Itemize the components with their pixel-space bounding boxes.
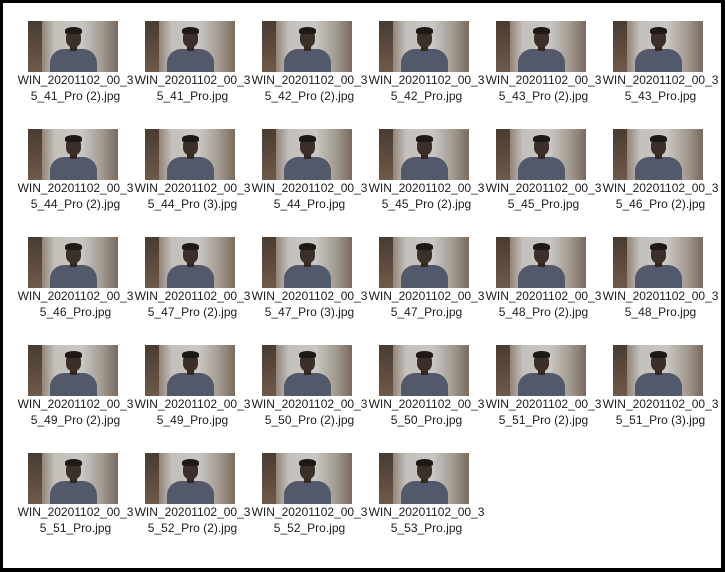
file-item[interactable]: WIN_20201102_00_35_49_Pro (2).jpg xyxy=(17,341,134,449)
image-thumbnail xyxy=(379,129,469,180)
image-thumbnail xyxy=(28,453,118,504)
file-name: WIN_20201102_00_35_46_Pro (2).jpg xyxy=(602,181,719,211)
file-item[interactable]: WIN_20201102_00_35_47_Pro (3).jpg xyxy=(251,233,368,341)
file-name: WIN_20201102_00_35_48_Pro.jpg xyxy=(602,289,719,319)
file-item[interactable]: WIN_20201102_00_35_44_Pro.jpg xyxy=(251,125,368,233)
file-name: WIN_20201102_00_35_42_Pro (2).jpg xyxy=(251,73,368,103)
image-thumbnail xyxy=(145,453,235,504)
image-thumbnail xyxy=(379,21,469,72)
image-thumbnail xyxy=(28,345,118,396)
file-grid: WIN_20201102_00_35_41_Pro (2).jpg WIN_20… xyxy=(17,17,719,557)
file-item[interactable]: WIN_20201102_00_35_47_Pro (2).jpg xyxy=(134,233,251,341)
file-explorer-view: WIN_20201102_00_35_41_Pro (2).jpg WIN_20… xyxy=(3,3,721,568)
file-item[interactable]: WIN_20201102_00_35_53_Pro.jpg xyxy=(368,449,485,557)
file-name: WIN_20201102_00_35_44_Pro.jpg xyxy=(251,181,368,211)
file-name: WIN_20201102_00_35_46_Pro.jpg xyxy=(17,289,134,319)
file-name: WIN_20201102_00_35_52_Pro.jpg xyxy=(251,505,368,535)
image-thumbnail xyxy=(613,21,703,72)
file-name: WIN_20201102_00_35_45_Pro.jpg xyxy=(485,181,602,211)
file-item[interactable]: WIN_20201102_00_35_48_Pro (2).jpg xyxy=(485,233,602,341)
file-item[interactable]: WIN_20201102_00_35_43_Pro (2).jpg xyxy=(485,17,602,125)
image-thumbnail xyxy=(262,129,352,180)
file-name: WIN_20201102_00_35_51_Pro (3).jpg xyxy=(602,397,719,427)
file-name: WIN_20201102_00_35_49_Pro (2).jpg xyxy=(17,397,134,427)
file-name: WIN_20201102_00_35_50_Pro (2).jpg xyxy=(251,397,368,427)
file-name: WIN_20201102_00_35_47_Pro (3).jpg xyxy=(251,289,368,319)
file-name: WIN_20201102_00_35_41_Pro.jpg xyxy=(134,73,251,103)
file-item[interactable]: WIN_20201102_00_35_48_Pro.jpg xyxy=(602,233,719,341)
file-name: WIN_20201102_00_35_41_Pro (2).jpg xyxy=(17,73,134,103)
file-item[interactable]: WIN_20201102_00_35_45_Pro (2).jpg xyxy=(368,125,485,233)
image-thumbnail xyxy=(262,453,352,504)
file-name: WIN_20201102_00_35_52_Pro (2).jpg xyxy=(134,505,251,535)
file-name: WIN_20201102_00_35_44_Pro (2).jpg xyxy=(17,181,134,211)
file-item[interactable]: WIN_20201102_00_35_41_Pro.jpg xyxy=(134,17,251,125)
image-thumbnail xyxy=(496,21,586,72)
file-item[interactable]: WIN_20201102_00_35_49_Pro.jpg xyxy=(134,341,251,449)
file-name: WIN_20201102_00_35_50_Pro.jpg xyxy=(368,397,485,427)
file-item[interactable]: WIN_20201102_00_35_47_Pro.jpg xyxy=(368,233,485,341)
image-thumbnail xyxy=(379,345,469,396)
file-name: WIN_20201102_00_35_49_Pro.jpg xyxy=(134,397,251,427)
file-item[interactable]: WIN_20201102_00_35_44_Pro (3).jpg xyxy=(134,125,251,233)
file-name: WIN_20201102_00_35_45_Pro (2).jpg xyxy=(368,181,485,211)
image-thumbnail xyxy=(145,21,235,72)
file-item[interactable]: WIN_20201102_00_35_46_Pro (2).jpg xyxy=(602,125,719,233)
image-thumbnail xyxy=(262,345,352,396)
image-thumbnail xyxy=(613,345,703,396)
image-thumbnail xyxy=(496,129,586,180)
image-thumbnail xyxy=(379,237,469,288)
file-item[interactable]: WIN_20201102_00_35_50_Pro (2).jpg xyxy=(251,341,368,449)
file-item[interactable]: WIN_20201102_00_35_42_Pro (2).jpg xyxy=(251,17,368,125)
file-item[interactable]: WIN_20201102_00_35_42_Pro.jpg xyxy=(368,17,485,125)
image-thumbnail xyxy=(145,129,235,180)
image-thumbnail xyxy=(496,237,586,288)
file-item[interactable]: WIN_20201102_00_35_51_Pro.jpg xyxy=(17,449,134,557)
image-thumbnail xyxy=(262,21,352,72)
file-item[interactable]: WIN_20201102_00_35_50_Pro.jpg xyxy=(368,341,485,449)
file-item[interactable]: WIN_20201102_00_35_52_Pro.jpg xyxy=(251,449,368,557)
file-name: WIN_20201102_00_35_48_Pro (2).jpg xyxy=(485,289,602,319)
image-thumbnail xyxy=(28,21,118,72)
file-item[interactable]: WIN_20201102_00_35_52_Pro (2).jpg xyxy=(134,449,251,557)
image-thumbnail xyxy=(28,129,118,180)
file-item[interactable]: WIN_20201102_00_35_45_Pro.jpg xyxy=(485,125,602,233)
image-thumbnail xyxy=(496,345,586,396)
file-name: WIN_20201102_00_35_42_Pro.jpg xyxy=(368,73,485,103)
file-name: WIN_20201102_00_35_51_Pro (2).jpg xyxy=(485,397,602,427)
file-name: WIN_20201102_00_35_51_Pro.jpg xyxy=(17,505,134,535)
file-item[interactable]: WIN_20201102_00_35_44_Pro (2).jpg xyxy=(17,125,134,233)
image-thumbnail xyxy=(613,129,703,180)
file-name: WIN_20201102_00_35_43_Pro.jpg xyxy=(602,73,719,103)
image-thumbnail xyxy=(613,237,703,288)
image-thumbnail xyxy=(145,237,235,288)
image-thumbnail xyxy=(262,237,352,288)
file-name: WIN_20201102_00_35_47_Pro.jpg xyxy=(368,289,485,319)
file-item[interactable]: WIN_20201102_00_35_46_Pro.jpg xyxy=(17,233,134,341)
file-name: WIN_20201102_00_35_53_Pro.jpg xyxy=(368,505,485,535)
image-thumbnail xyxy=(379,453,469,504)
image-thumbnail xyxy=(145,345,235,396)
file-item[interactable]: WIN_20201102_00_35_41_Pro (2).jpg xyxy=(17,17,134,125)
file-name: WIN_20201102_00_35_44_Pro (3).jpg xyxy=(134,181,251,211)
image-thumbnail xyxy=(28,237,118,288)
file-name: WIN_20201102_00_35_47_Pro (2).jpg xyxy=(134,289,251,319)
file-name: WIN_20201102_00_35_43_Pro (2).jpg xyxy=(485,73,602,103)
file-item[interactable]: WIN_20201102_00_35_51_Pro (2).jpg xyxy=(485,341,602,449)
file-item[interactable]: WIN_20201102_00_35_43_Pro.jpg xyxy=(602,17,719,125)
file-item[interactable]: WIN_20201102_00_35_51_Pro (3).jpg xyxy=(602,341,719,449)
